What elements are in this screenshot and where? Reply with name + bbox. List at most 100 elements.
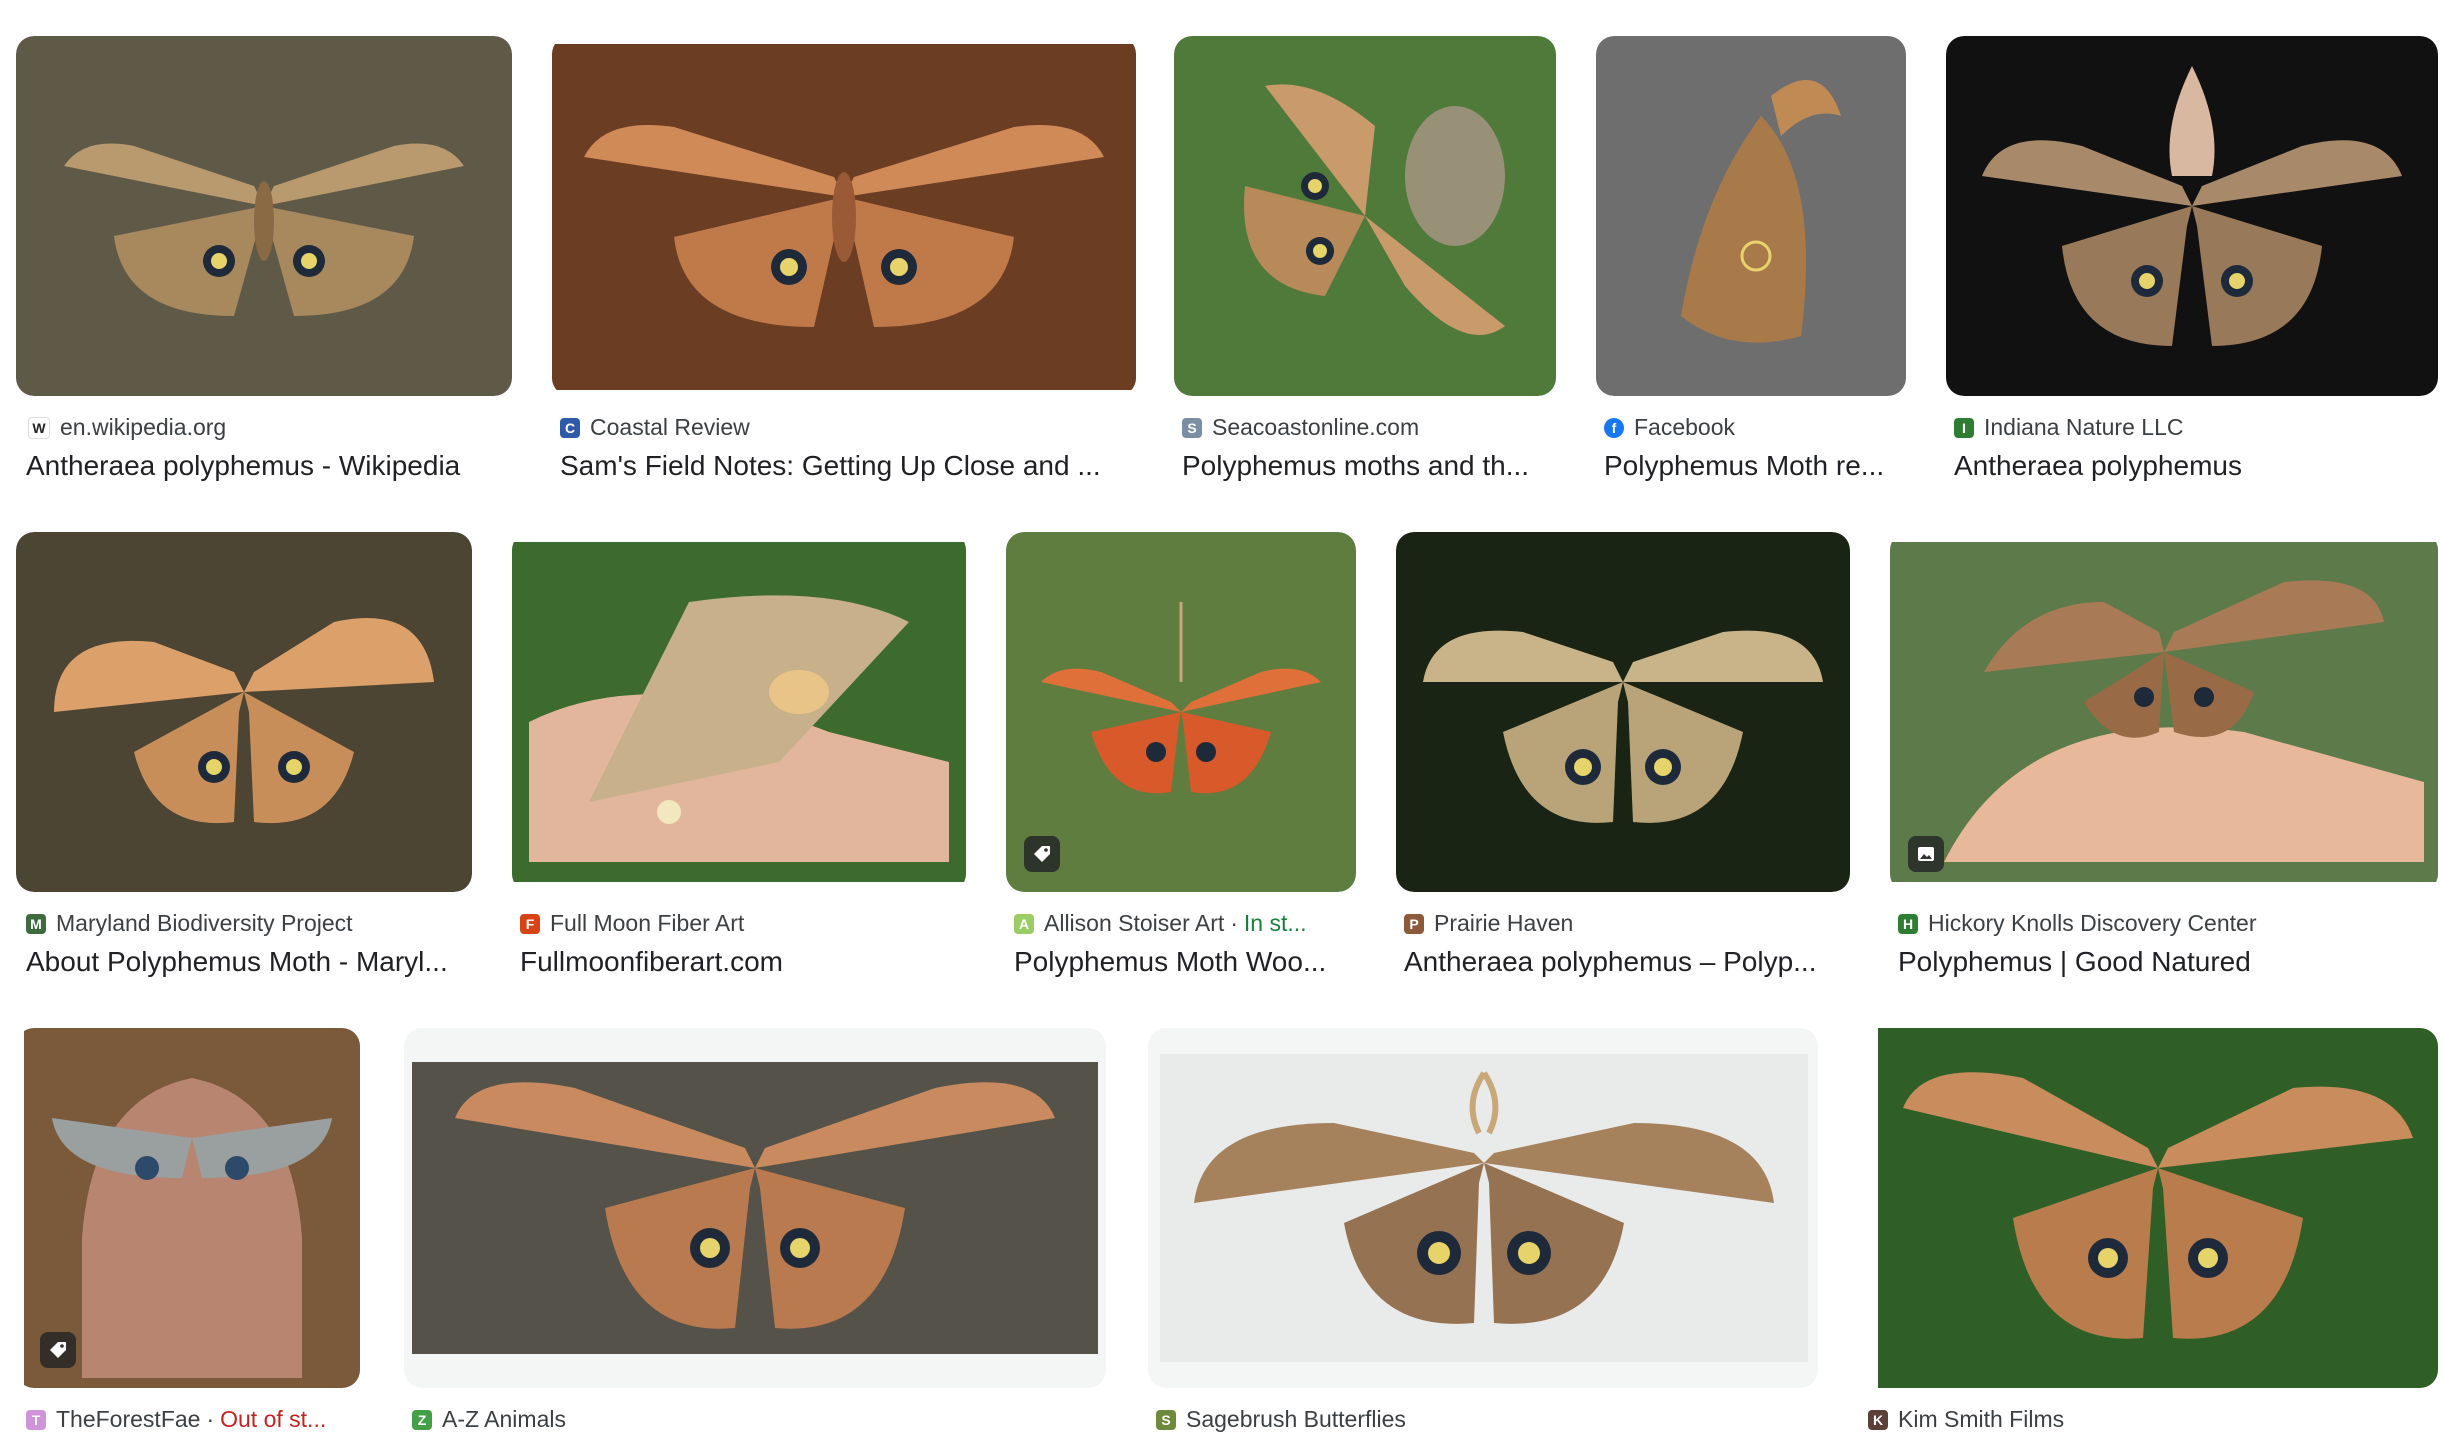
result-card[interactable]: W en.wikipedia.org Antheraea polyphemus … (16, 36, 512, 496)
full-moon-fiber-icon: F (520, 913, 540, 934)
result-title[interactable]: Antheraea polyphemus - Wikipedia (26, 450, 512, 482)
source-name: Coastal Review (590, 414, 750, 440)
result-title[interactable]: Antheraea polyphemus (1954, 450, 2438, 482)
result-title[interactable]: Polyphemus moths and th... (1182, 450, 1556, 482)
moth-illustration (1041, 602, 1321, 794)
result-source[interactable]: A Allison Stoiser Art · In st... (1014, 910, 1356, 937)
result-image[interactable] (404, 1028, 1106, 1388)
moth-illustration (64, 143, 464, 316)
result-card[interactable]: S Seacoastonline.com Polyphemus moths an… (1174, 36, 1556, 496)
result-card[interactable]: Z A-Z Animals (404, 1028, 1106, 1434)
moth-illustration (1982, 66, 2402, 346)
result-title[interactable]: Polyphemus | Good Natured (1898, 946, 2438, 978)
moth-photo (552, 44, 1136, 390)
result-image[interactable] (16, 36, 512, 396)
result-card[interactable]: A Allison Stoiser Art · In st... Polyphe… (1006, 532, 1356, 992)
result-image[interactable] (512, 532, 966, 892)
result-card[interactable]: S Sagebrush Butterflies (1148, 1028, 1818, 1434)
result-title[interactable]: Sam's Field Notes: Getting Up Close and … (560, 450, 1136, 482)
moth-photo (16, 532, 472, 892)
source-name: Facebook (1634, 414, 1736, 440)
moth-photo (1878, 1028, 2438, 1388)
result-source[interactable]: S Sagebrush Butterflies (1156, 1406, 1818, 1433)
moth-illustration (455, 1082, 1055, 1329)
result-image[interactable] (552, 36, 1136, 396)
moth-photo (1006, 532, 1356, 892)
moth-photo (1596, 36, 1906, 396)
result-image[interactable] (1890, 532, 2438, 892)
moth-illustration (54, 618, 434, 824)
moth-illustration (1903, 1072, 2413, 1339)
result-source[interactable]: Z A-Z Animals (412, 1406, 1106, 1433)
result-title[interactable]: About Polyphemus Moth - Maryl... (26, 946, 472, 978)
allison-stoiser-icon: A (1014, 913, 1034, 934)
result-image[interactable] (1396, 532, 1850, 892)
image-search-results: W en.wikipedia.org Antheraea polyphemus … (0, 0, 2444, 1434)
result-source[interactable]: I Indiana Nature LLC (1954, 414, 2438, 441)
moth-illustration (1944, 580, 2424, 862)
result-source[interactable]: K Kim Smith Films (1868, 1406, 2438, 1433)
separator-dot: · (1230, 910, 1238, 936)
facebook-icon: f (1604, 417, 1624, 438)
moth-photo (1160, 1054, 1808, 1362)
result-image[interactable] (1596, 36, 1906, 396)
moth-photo (1174, 36, 1556, 396)
result-source[interactable]: F Full Moon Fiber Art (520, 910, 966, 937)
moth-photo (16, 36, 512, 396)
result-image[interactable] (1148, 1028, 1818, 1388)
moth-illustration (1423, 630, 1823, 823)
result-image[interactable] (16, 532, 472, 892)
result-card[interactable]: M Maryland Biodiversity Project About Po… (16, 532, 472, 992)
result-source[interactable]: H Hickory Knolls Discovery Center (1898, 910, 2438, 937)
source-name: en.wikipedia.org (60, 414, 227, 440)
maryland-biodiversity-icon: M (26, 913, 46, 934)
moth-illustration (1681, 80, 1841, 343)
tag-icon (40, 1332, 76, 1368)
result-source[interactable]: C Coastal Review (560, 414, 1136, 441)
result-image[interactable] (16, 1028, 360, 1388)
moth-photo (412, 1062, 1098, 1354)
seacoast-icon: S (1182, 417, 1202, 438)
source-name: Kim Smith Films (1898, 1406, 2065, 1432)
result-card[interactable]: C Coastal Review Sam's Field Notes: Gett… (552, 36, 1136, 496)
result-card[interactable]: I Indiana Nature LLC Antheraea polyphemu… (1946, 36, 2438, 496)
result-source[interactable]: T TheForestFae · Out of st... (26, 1406, 360, 1433)
result-source[interactable]: M Maryland Biodiversity Project (26, 910, 472, 937)
result-source[interactable]: W en.wikipedia.org (28, 414, 508, 441)
result-image[interactable] (1006, 532, 1356, 892)
result-card[interactable]: F Full Moon Fiber Art Fullmoonfiberart.c… (512, 532, 966, 992)
result-image[interactable] (1946, 36, 2438, 396)
moth-photo (24, 1028, 360, 1388)
image-icon (1908, 836, 1944, 872)
result-source[interactable]: P Prairie Haven (1404, 910, 1850, 937)
result-card[interactable]: f Facebook Polyphemus Moth re... (1596, 36, 1906, 496)
moth-illustration (52, 1078, 332, 1378)
moth-photo (1396, 532, 1850, 892)
result-card[interactable]: H Hickory Knolls Discovery Center Polyph… (1890, 532, 2438, 992)
moth-photo (1890, 542, 2438, 882)
stock-status: Out of st... (220, 1406, 327, 1432)
sagebrush-icon: S (1156, 1409, 1176, 1430)
source-name: Maryland Biodiversity Project (56, 910, 353, 936)
result-title[interactable]: Polyphemus Moth re... (1604, 450, 1906, 482)
moth-illustration (584, 125, 1104, 327)
result-card[interactable]: K Kim Smith Films (1860, 1028, 2438, 1434)
source-name: Sagebrush Butterflies (1186, 1406, 1406, 1432)
tag-icon (1024, 836, 1060, 872)
result-title[interactable]: Antheraea polyphemus – Polyp... (1404, 946, 1850, 978)
result-title[interactable]: Fullmoonfiberart.com (520, 946, 966, 978)
coastal-review-icon: C (560, 417, 580, 438)
result-image[interactable] (1860, 1028, 2438, 1388)
source-name: Prairie Haven (1434, 910, 1574, 936)
result-source[interactable]: S Seacoastonline.com (1182, 414, 1556, 441)
result-source[interactable]: f Facebook (1604, 414, 1906, 441)
stock-status: In st... (1243, 910, 1307, 936)
source-name: Seacoastonline.com (1212, 414, 1420, 440)
result-card[interactable]: T TheForestFae · Out of st... (16, 1028, 360, 1434)
moth-illustration (1244, 84, 1505, 335)
moth-illustration (529, 595, 949, 862)
result-card[interactable]: P Prairie Haven Antheraea polyphemus – P… (1396, 532, 1850, 992)
result-title[interactable]: Polyphemus Moth Woo... (1014, 946, 1356, 978)
source-name: Allison Stoiser Art (1044, 910, 1225, 936)
result-image[interactable] (1174, 36, 1556, 396)
